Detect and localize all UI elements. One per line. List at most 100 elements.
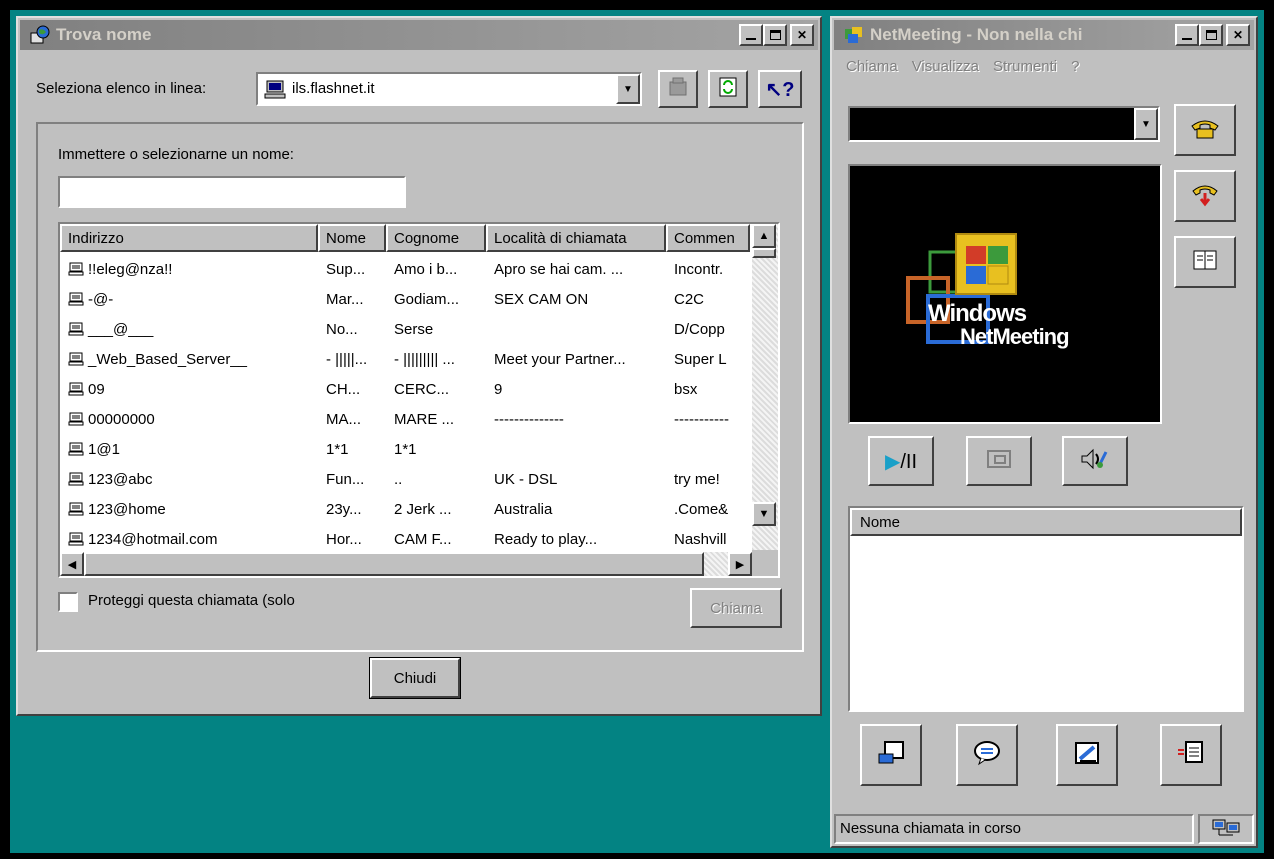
table-row[interactable]: 123@abc Fun..... UK - DSL try me! bbox=[60, 464, 750, 494]
nm-maximize-button[interactable] bbox=[1199, 24, 1223, 46]
table-row[interactable]: -@- Mar... Godiam... SEX CAM ON C2C bbox=[60, 284, 750, 314]
protect-call-checkbox[interactable] bbox=[58, 592, 78, 612]
participants-list[interactable]: Nome bbox=[848, 506, 1244, 712]
column-header-cognome[interactable]: Cognome bbox=[386, 224, 486, 252]
address-dropdown-button[interactable]: ▼ bbox=[1134, 108, 1158, 140]
cell-text: -@- bbox=[88, 290, 114, 308]
start-stop-video-button[interactable]: ▶/II bbox=[868, 436, 934, 486]
cell-text: _Web_Based_Server__ bbox=[88, 350, 247, 368]
table-cell: - ||||||||| ... bbox=[386, 351, 486, 368]
table-cell: Ready to play... bbox=[486, 531, 666, 548]
directory-dropdown-button[interactable]: ▼ bbox=[616, 74, 640, 104]
cell-text: - |||||... bbox=[326, 350, 368, 368]
cell-text: Hor... bbox=[326, 530, 362, 548]
scroll-up-button[interactable]: ▲ bbox=[752, 224, 776, 248]
cell-text: Amo i b... bbox=[394, 260, 458, 278]
directory-select[interactable]: ils.flashnet.it ▼ bbox=[256, 72, 642, 106]
scroll-right-button[interactable]: ▶ bbox=[728, 552, 752, 576]
chevron-down-icon: ▼ bbox=[1141, 118, 1151, 130]
table-cell: .. bbox=[386, 471, 486, 488]
audio-tuning-button[interactable] bbox=[1062, 436, 1128, 486]
table-cell: Meet your Partner... bbox=[486, 351, 666, 368]
video-panel: Windows NetMeeting bbox=[848, 164, 1162, 424]
find-name-title: Trova nome bbox=[56, 25, 152, 44]
participants-header[interactable]: Nome bbox=[850, 508, 1242, 536]
hang-up-button[interactable] bbox=[1174, 170, 1236, 222]
vertical-scrollbar[interactable]: ▲ ▼ bbox=[752, 224, 778, 550]
menu-visualizza[interactable]: Visualizza bbox=[912, 58, 979, 75]
list-rows: !!eleg@nza!! Sup... Amo i b... Apro se hai … bbox=[60, 254, 750, 554]
table-cell: Apro se hai cam. ... bbox=[486, 261, 666, 278]
table-cell: 2 Jerk ... bbox=[386, 501, 486, 518]
column-header-indirizzo[interactable]: Indirizzo bbox=[60, 224, 318, 252]
table-row[interactable]: 1234@hotmail.com Hor... CAM F... Ready to p… bbox=[60, 524, 750, 554]
maximize-button[interactable] bbox=[763, 24, 787, 46]
scroll-down-button[interactable]: ▼ bbox=[752, 502, 776, 526]
cell-text: Serse bbox=[394, 320, 434, 338]
directory-button[interactable] bbox=[1174, 236, 1236, 288]
netmeeting-app-icon bbox=[842, 24, 866, 46]
computer-icon bbox=[68, 442, 84, 455]
nm-minimize-button[interactable] bbox=[1175, 24, 1199, 46]
table-cell: 09 bbox=[60, 381, 318, 398]
file-transfer-button[interactable] bbox=[1160, 724, 1222, 786]
help-button[interactable]: ↖? bbox=[758, 70, 802, 108]
netmeeting-titlebar[interactable]: NetMeeting - Non nella chi ✕ bbox=[834, 20, 1254, 50]
place-call-button[interactable] bbox=[1174, 104, 1236, 156]
table-cell: _Web_Based_Server__ bbox=[60, 351, 318, 368]
minimize-button[interactable] bbox=[739, 24, 763, 46]
nm-close-button[interactable]: ✕ bbox=[1226, 24, 1250, 46]
close-dialog-button[interactable]: Chiudi bbox=[369, 657, 461, 699]
netmeeting-window: NetMeeting - Non nella chi ✕ Chiama Visu… bbox=[830, 16, 1258, 848]
directory-list[interactable]: Indirizzo Nome Cognome Località di chiam… bbox=[58, 222, 780, 578]
table-row[interactable]: 123@home 23y... 2 Jerk ... Australia .Come& bbox=[60, 494, 750, 524]
close-button[interactable]: ✕ bbox=[790, 24, 814, 46]
scroll-left-button[interactable]: ◀ bbox=[60, 552, 84, 576]
table-row[interactable]: 00000000 MA... MARE ... -------------- -----… bbox=[60, 404, 750, 434]
table-cell: 1*1 bbox=[386, 441, 486, 458]
menu-strumenti[interactable]: Strumenti bbox=[993, 58, 1057, 75]
table-row[interactable]: _Web_Based_Server__ - |||||... - |||||||||… bbox=[60, 344, 750, 374]
network-status-panel bbox=[1198, 814, 1254, 844]
table-cell: No... bbox=[318, 321, 386, 338]
cell-text: Ready to play... bbox=[494, 530, 598, 548]
audio-tuning-icon bbox=[1080, 448, 1110, 474]
computer-icon bbox=[68, 322, 84, 335]
menu-help[interactable]: ? bbox=[1071, 58, 1079, 75]
cell-text: 123@abc bbox=[88, 470, 153, 488]
address-combo[interactable]: ▼ bbox=[848, 106, 1160, 142]
refresh-button[interactable] bbox=[708, 70, 748, 108]
table-cell: - |||||... bbox=[318, 351, 386, 368]
table-row[interactable]: 09 CH... CERC... 9 bsx bbox=[60, 374, 750, 404]
table-row[interactable]: !!eleg@nza!! Sup... Amo i b... Apro se hai … bbox=[60, 254, 750, 284]
picture-in-picture-icon bbox=[987, 450, 1011, 472]
cell-text: UK - DSL bbox=[494, 470, 558, 488]
name-input[interactable] bbox=[58, 176, 406, 208]
picture-in-picture-button[interactable] bbox=[966, 436, 1032, 486]
table-cell: Serse bbox=[386, 321, 486, 338]
column-header-nome[interactable]: Nome bbox=[318, 224, 386, 252]
table-cell: 123@abc bbox=[60, 471, 318, 488]
chat-icon bbox=[973, 740, 1001, 770]
horizontal-scroll-thumb[interactable] bbox=[84, 552, 704, 576]
close-dialog-label: Chiudi bbox=[393, 669, 437, 687]
cell-text: 00000000 bbox=[88, 410, 155, 428]
whiteboard-button[interactable] bbox=[1056, 724, 1118, 786]
stop-button[interactable] bbox=[658, 70, 698, 108]
menu-chiama[interactable]: Chiama bbox=[846, 58, 898, 75]
column-header-localita[interactable]: Località di chiamata bbox=[486, 224, 666, 252]
cell-text: - ||||||||| ... bbox=[394, 350, 455, 368]
table-cell: 1234@hotmail.com bbox=[60, 531, 318, 548]
close-icon: ✕ bbox=[796, 28, 808, 42]
call-button[interactable]: Chiama bbox=[690, 588, 782, 628]
table-cell: D/Copp bbox=[666, 321, 750, 338]
table-cell: SEX CAM ON bbox=[486, 291, 666, 308]
column-header-commenti[interactable]: Commen bbox=[666, 224, 750, 252]
share-button[interactable] bbox=[860, 724, 922, 786]
find-name-titlebar[interactable]: Trova nome ✕ bbox=[20, 20, 818, 50]
chat-button[interactable] bbox=[956, 724, 1018, 786]
table-row[interactable]: ___@___ No... Serse D/Copp bbox=[60, 314, 750, 344]
horizontal-scrollbar[interactable]: ◀ ▶ bbox=[60, 552, 752, 576]
table-row[interactable]: 1@1 1*1 1*1 bbox=[60, 434, 750, 464]
scroll-thumb[interactable] bbox=[752, 248, 776, 258]
